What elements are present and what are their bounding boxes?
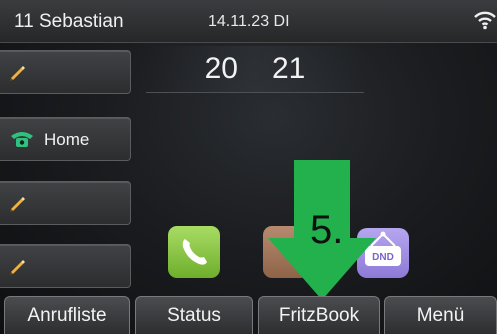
step-label: 5. — [310, 208, 344, 252]
pencil-icon — [8, 194, 26, 217]
phone-handset-icon[interactable] — [168, 226, 220, 278]
status-bar: 11 Sebastian 14.11.23 DI — [0, 0, 497, 43]
line-key-label: Home — [44, 130, 90, 149]
line-key-home[interactable]: Home — [0, 117, 131, 161]
line-key-4[interactable] — [0, 244, 131, 288]
pencil-icon — [8, 257, 26, 280]
phone-icon — [9, 130, 35, 153]
clock-hour: 20 — [204, 52, 238, 85]
softkey-menu[interactable]: Menü — [384, 296, 497, 334]
phone-screen: 11 Sebastian 14.11.23 DI 20 21 Home DND … — [0, 0, 497, 334]
line-key-3[interactable] — [0, 181, 131, 225]
line-key-1[interactable] — [0, 50, 131, 94]
softkey-fritzbook[interactable]: FritzBook — [258, 296, 380, 334]
pencil-icon — [8, 63, 26, 86]
clock: 20 21 — [146, 46, 364, 93]
date-display: 14.11.23 DI — [208, 13, 290, 30]
softkey-status[interactable]: Status — [135, 296, 253, 334]
wifi-icon — [474, 10, 496, 35]
account-name: 11 Sebastian — [14, 11, 124, 32]
softkey-anrufliste[interactable]: Anrufliste — [4, 296, 130, 334]
clock-minute: 21 — [272, 52, 306, 85]
